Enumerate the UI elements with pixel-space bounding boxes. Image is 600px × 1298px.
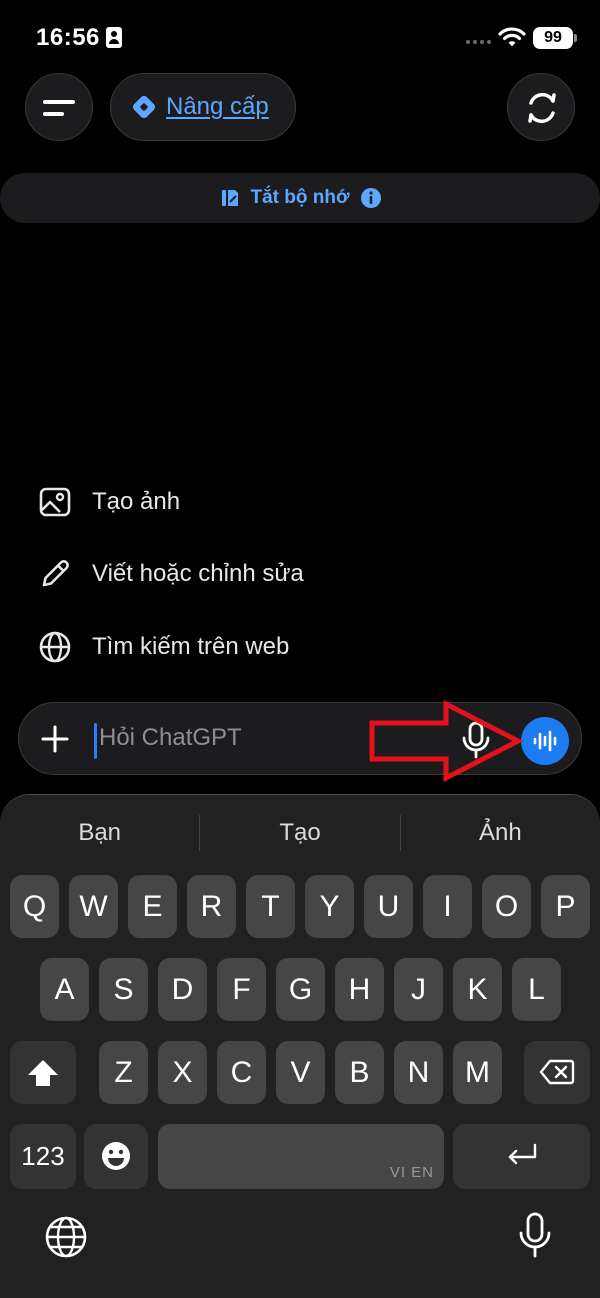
emoji-key[interactable] <box>84 1124 148 1189</box>
key-m[interactable]: M <box>453 1041 502 1104</box>
key-d[interactable]: D <box>158 958 207 1021</box>
annotation-arrow-icon <box>369 700 524 782</box>
key-c[interactable]: C <box>217 1041 266 1104</box>
shift-key[interactable] <box>10 1041 76 1104</box>
new-chat-button[interactable] <box>507 73 575 141</box>
key-n[interactable]: N <box>394 1041 443 1104</box>
suggestion-web-search[interactable]: Tìm kiếm trên web <box>38 627 289 667</box>
delete-key[interactable] <box>524 1041 590 1104</box>
prediction-bar: Bạn Tạo Ảnh <box>0 795 600 871</box>
key-z[interactable]: Z <box>99 1041 148 1104</box>
hamburger-icon <box>43 100 75 104</box>
voice-mode-button[interactable] <box>521 717 569 765</box>
key-e[interactable]: E <box>128 875 177 938</box>
image-icon <box>39 487 71 517</box>
key-s[interactable]: S <box>99 958 148 1021</box>
key-l[interactable]: L <box>512 958 561 1021</box>
waveform-icon <box>533 730 557 752</box>
suggestion-label: Tìm kiếm trên web <box>92 633 290 660</box>
key-t[interactable]: T <box>246 875 295 938</box>
info-icon[interactable] <box>360 187 382 209</box>
signal-dots-icon <box>466 40 491 44</box>
backspace-icon <box>539 1059 575 1085</box>
hamburger-icon-line <box>43 112 64 116</box>
dictation-microphone-icon[interactable] <box>518 1212 552 1258</box>
key-a[interactable]: A <box>40 958 89 1021</box>
key-f[interactable]: F <box>217 958 266 1021</box>
key-u[interactable]: U <box>364 875 413 938</box>
upgrade-label: Nâng cấp <box>166 93 269 120</box>
plus-icon[interactable] <box>41 725 69 753</box>
battery-indicator: 99 <box>533 27 577 49</box>
keyboard-language-label: VI EN <box>389 1164 434 1181</box>
key-b[interactable]: B <box>335 1041 384 1104</box>
globe-icon <box>39 631 71 663</box>
upgrade-button[interactable]: Nâng cấp <box>110 73 296 141</box>
suggestion-label: Viết hoặc chỉnh sửa <box>92 560 304 587</box>
key-w[interactable]: W <box>69 875 118 938</box>
return-arrow-icon <box>508 1143 536 1165</box>
text-cursor <box>94 723 97 759</box>
key-r[interactable]: R <box>187 875 236 938</box>
emoji-icon <box>102 1142 130 1170</box>
return-key[interactable] <box>453 1124 590 1189</box>
key-h[interactable]: H <box>335 958 384 1021</box>
on-screen-keyboard: Bạn Tạo Ảnh Q W E R T Y U I O P A S D F … <box>0 794 600 1298</box>
prediction-suggestion[interactable]: Bạn <box>0 795 199 871</box>
shift-arrow-icon <box>28 1060 58 1086</box>
prediction-suggestion[interactable]: Tạo <box>200 795 399 871</box>
memory-off-label: Tắt bộ nhớ <box>250 187 350 208</box>
key-y[interactable]: Y <box>305 875 354 938</box>
prediction-suggestion[interactable]: Ảnh <box>401 795 600 871</box>
numbers-key[interactable]: 123 <box>10 1124 76 1189</box>
suggestion-create-image[interactable]: Tạo ảnh <box>38 482 180 522</box>
key-q[interactable]: Q <box>10 875 59 938</box>
wifi-icon <box>498 27 526 47</box>
memory-off-banner[interactable]: Tắt bộ nhớ <box>0 173 600 223</box>
new-chat-icon <box>528 92 556 124</box>
key-o[interactable]: O <box>482 875 531 938</box>
pencil-icon <box>42 560 69 587</box>
key-v[interactable]: V <box>276 1041 325 1104</box>
menu-button[interactable] <box>25 73 93 141</box>
contact-card-icon <box>106 27 122 48</box>
message-input[interactable]: Hỏi ChatGPT <box>99 724 242 752</box>
key-g[interactable]: G <box>276 958 325 1021</box>
space-key[interactable]: VI EN <box>158 1124 444 1189</box>
memory-icon <box>221 190 238 206</box>
suggestion-label: Tạo ảnh <box>92 488 181 515</box>
keyboard-switch-globe-icon[interactable] <box>44 1215 88 1259</box>
key-x[interactable]: X <box>158 1041 207 1104</box>
clock-time: 16:56 <box>36 24 100 51</box>
suggestion-write-edit[interactable]: Viết hoặc chỉnh sửa <box>38 554 304 594</box>
key-p[interactable]: P <box>541 875 590 938</box>
key-j[interactable]: J <box>394 958 443 1021</box>
key-i[interactable]: I <box>423 875 472 938</box>
key-k[interactable]: K <box>453 958 502 1021</box>
status-bar: 16:56 99 <box>0 0 600 76</box>
sparkle-diamond-icon <box>132 95 156 119</box>
